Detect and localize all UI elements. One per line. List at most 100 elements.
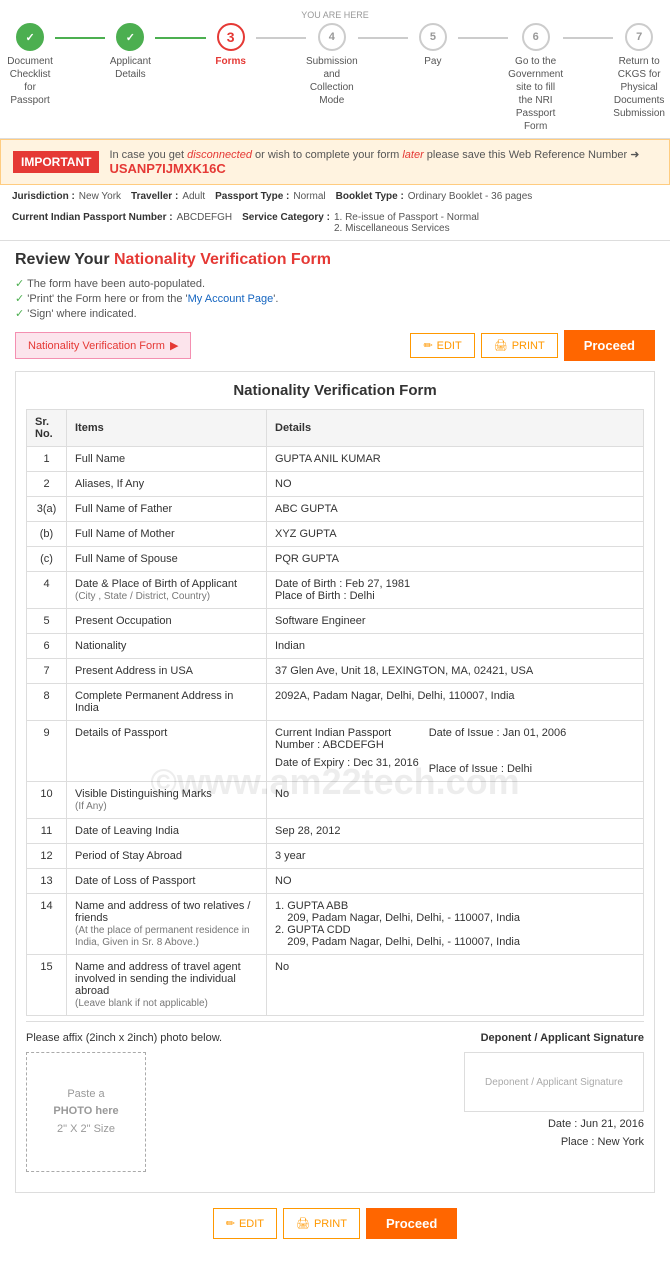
traveller-info: Traveller : Adult	[131, 191, 205, 202]
my-account-link[interactable]: My Account Page	[188, 293, 274, 305]
passport-type-info: Passport Type : Normal	[215, 191, 326, 202]
cell-sr: 6	[27, 634, 67, 659]
top-print-button[interactable]: 🖨 PRINT	[481, 333, 558, 358]
edit-icon: ✏	[423, 339, 432, 352]
step-7[interactable]: 7Return to CKGS for Physical Documents S…	[613, 23, 665, 120]
progress-steps: ✓Document Checklist for Passport ✓Applica…	[5, 23, 665, 133]
step-label-5: Pay	[424, 55, 441, 68]
table-row: 2Aliases, If AnyNO	[27, 472, 644, 497]
cell-item: Date & Place of Birth of Applicant(City …	[67, 572, 267, 609]
bottom-proceed-button[interactable]: Proceed	[366, 1208, 457, 1239]
table-row: 9Details of Passport Current Indian Pass…	[27, 721, 644, 782]
cell-sr: 10	[27, 782, 67, 819]
table-row: 7Present Address in USA37 Glen Ave, Unit…	[27, 659, 644, 684]
page-title-bold: Nationality Verification Form	[114, 251, 331, 268]
col-header-sr: Sr.No.	[27, 410, 67, 447]
cell-detail: ABC GUPTA	[267, 497, 644, 522]
step-4[interactable]: 4Submission and Collection Mode	[306, 23, 358, 107]
cell-detail: 37 Glen Ave, Unit 18, LEXINGTON, MA, 024…	[267, 659, 644, 684]
cell-item: Aliases, If Any	[67, 472, 267, 497]
table-row: 11Date of Leaving IndiaSep 28, 2012	[27, 819, 644, 844]
cell-detail: NO	[267, 869, 644, 894]
nvf-wrapper: ©www.am22tech.com Nationality Verificati…	[15, 371, 655, 1193]
step-label-3: Forms	[215, 55, 246, 68]
info-bar: Jurisdiction : New York Traveller : Adul…	[0, 185, 670, 241]
cell-sr: 2	[27, 472, 67, 497]
photo-sig-section: Please affix (2inch x 2inch) photo below…	[26, 1021, 644, 1182]
form-tab-label: Nationality Verification Form	[28, 340, 165, 352]
cell-sr: 4	[27, 572, 67, 609]
you-are-here-label: YOU ARE HERE	[5, 10, 665, 20]
important-banner: IMPORTANT In case you get disconnected o…	[0, 139, 670, 185]
web-ref-number: USANP7IJMXK16C	[109, 161, 225, 176]
cell-sr: 1	[27, 447, 67, 472]
traveller-value: Adult	[182, 191, 205, 202]
cell-detail: No	[267, 955, 644, 1016]
col-header-details: Details	[267, 410, 644, 447]
col-header-items: Items	[67, 410, 267, 447]
cell-sr: 3(a)	[27, 497, 67, 522]
important-text: In case you get disconnected or wish to …	[109, 148, 657, 176]
traveller-label: Traveller :	[131, 191, 178, 202]
step-2[interactable]: ✓Applicant Details	[105, 23, 155, 81]
jurisdiction-label: Jurisdiction :	[12, 191, 75, 202]
service-value1: 1. Re-issue of Passport - Normal	[334, 212, 479, 223]
cell-detail: Sep 28, 2012	[267, 819, 644, 844]
cell-detail: NO	[267, 472, 644, 497]
step-3[interactable]: 3Forms	[206, 23, 256, 68]
bottom-print-button[interactable]: 🖨 PRINT	[283, 1208, 360, 1239]
cell-sr: 12	[27, 844, 67, 869]
table-row: 14Name and address of two relatives / fr…	[27, 894, 644, 955]
cell-sr: 13	[27, 869, 67, 894]
cell-sr: 7	[27, 659, 67, 684]
cell-detail: 2092A, Padam Nagar, Delhi, Delhi, 110007…	[267, 684, 644, 721]
top-proceed-button[interactable]: Proceed	[564, 330, 655, 361]
bottom-edit-button[interactable]: ✏ EDIT	[213, 1208, 277, 1239]
page-title: Review Your Nationality Verification For…	[15, 251, 655, 269]
sig-box-container: Deponent / Applicant Signature Deponent …	[335, 1032, 644, 1172]
table-row: 12Period of Stay Abroad3 year	[27, 844, 644, 869]
progress-bar: YOU ARE HERE ✓Document Checklist for Pas…	[0, 0, 670, 139]
nvf-title: Nationality Verification Form	[26, 382, 644, 399]
form-tab[interactable]: Nationality Verification Form ▶	[15, 332, 191, 359]
form-section-header: Nationality Verification Form ▶ ✏ EDIT 🖨…	[15, 330, 655, 361]
sig-placeholder: Deponent / Applicant Signature	[485, 1077, 623, 1088]
cell-item: Full Name of Father	[67, 497, 267, 522]
step-label-2: Applicant Details	[105, 55, 155, 81]
sig-date: Date : Jun 21, 2016	[335, 1118, 644, 1130]
step-5[interactable]: 5Pay	[408, 23, 458, 68]
table-row: 5Present OccupationSoftware Engineer	[27, 609, 644, 634]
cell-detail: Software Engineer	[267, 609, 644, 634]
service-info: Service Category : 1. Re-issue of Passpo…	[242, 212, 479, 234]
form-tab-arrow-icon: ▶	[170, 339, 178, 352]
sig-place: Place : New York	[335, 1136, 644, 1148]
step-label-4: Submission and Collection Mode	[306, 55, 358, 107]
jurisdiction-info: Jurisdiction : New York	[12, 191, 121, 202]
service-label: Service Category :	[242, 212, 330, 234]
step-6[interactable]: 6Go to the Government site to fill the N…	[508, 23, 563, 133]
print-icon: 🖨	[494, 339, 508, 352]
size-text: 2" X 2" Size	[57, 1121, 115, 1139]
table-row: 10Visible Distinguishing Marks(If Any)No	[27, 782, 644, 819]
table-row: (c)Full Name of SpousePQR GUPTA	[27, 547, 644, 572]
cell-sr: (b)	[27, 522, 67, 547]
cell-detail: PQR GUPTA	[267, 547, 644, 572]
checklist-item-2: 'Print' the Form here or from the 'My Ac…	[15, 292, 655, 305]
passport-type-label: Passport Type :	[215, 191, 289, 202]
main-content: Review Your Nationality Verification For…	[0, 241, 670, 1264]
sig-box: Deponent / Applicant Signature	[464, 1052, 644, 1112]
table-row: 13Date of Loss of PassportNO	[27, 869, 644, 894]
jurisdiction-value: New York	[79, 191, 121, 202]
booklet-info: Booklet Type : Ordinary Booklet - 36 pag…	[336, 191, 533, 202]
cell-item: Name and address of travel agent involve…	[67, 955, 267, 1016]
cell-sr: 8	[27, 684, 67, 721]
step-label-6: Go to the Government site to fill the NR…	[508, 55, 563, 133]
cell-detail: XYZ GUPTA	[267, 522, 644, 547]
later-text: later	[402, 149, 423, 161]
passport-type-value: Normal	[293, 191, 325, 202]
booklet-label: Booklet Type :	[336, 191, 404, 202]
cell-item: Date of Loss of Passport	[67, 869, 267, 894]
step-1[interactable]: ✓Document Checklist for Passport	[5, 23, 55, 107]
cell-sr: (c)	[27, 547, 67, 572]
top-edit-button[interactable]: ✏ EDIT	[410, 333, 474, 358]
